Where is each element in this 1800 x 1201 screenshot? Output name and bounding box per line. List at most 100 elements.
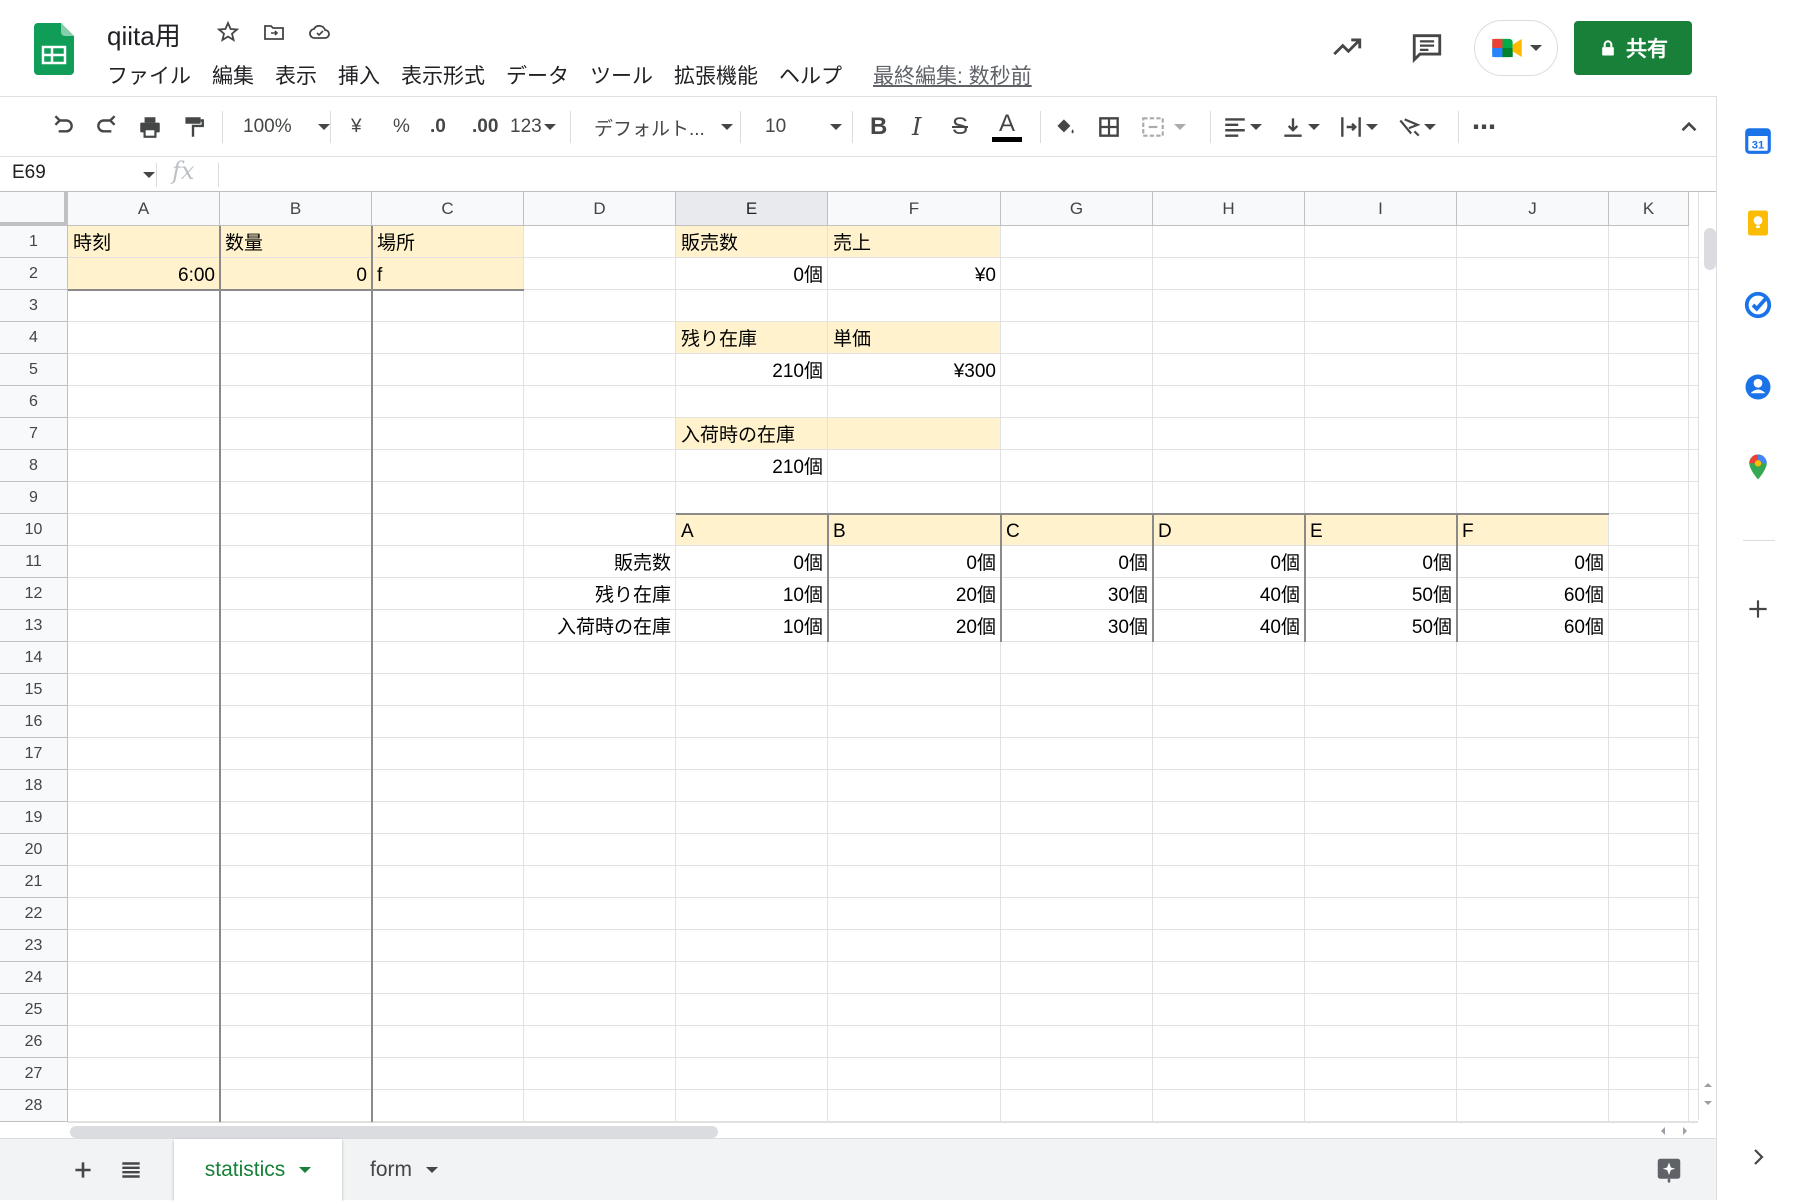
row-header-19[interactable]: 19 <box>0 802 68 834</box>
last-edit-link[interactable]: 最終編集: 数秒前 <box>873 60 1032 90</box>
column-header-j[interactable]: J <box>1457 192 1609 226</box>
chevron-down-icon[interactable] <box>426 1167 438 1173</box>
row-header-27[interactable]: 27 <box>0 1058 68 1090</box>
cell-f13[interactable]: 20個 <box>828 610 1000 641</box>
cell-h11[interactable]: 0個 <box>1153 546 1304 577</box>
paint-format-button[interactable] <box>180 97 206 157</box>
text-rotation-button[interactable] <box>1396 97 1436 157</box>
percent-format-button[interactable]: % <box>393 97 410 157</box>
cell-h10[interactable]: D <box>1153 514 1304 545</box>
cell-g11[interactable]: 0個 <box>1001 546 1152 577</box>
column-header-d[interactable]: D <box>524 192 676 226</box>
cell-a1[interactable]: 時刻 <box>68 226 219 257</box>
cell-h12[interactable]: 40個 <box>1153 578 1304 609</box>
calendar-icon[interactable]: 31 <box>1741 124 1775 158</box>
menu-extensions[interactable]: 拡張機能 <box>674 60 758 90</box>
scroll-down-icon[interactable] <box>1703 1098 1713 1108</box>
cell-f12[interactable]: 20個 <box>828 578 1000 609</box>
fill-color-button[interactable] <box>1052 97 1078 157</box>
all-sheets-icon[interactable] <box>118 1157 144 1183</box>
redo-button[interactable] <box>94 97 120 157</box>
sheet-tab-statistics[interactable]: statistics <box>174 1139 342 1201</box>
sheet-grid[interactable]: A B C D E F G H I J K 1 2 3 4 5 6 7 8 9 10 11 12 13 14 15 16 17 18 19… <box>0 192 1716 1122</box>
cloud-saved-icon[interactable] <box>308 20 332 44</box>
cell-e2[interactable]: 0個 <box>676 258 827 289</box>
cell-d12[interactable]: 残り在庫 <box>524 578 675 609</box>
horizontal-align-button[interactable] <box>1222 97 1262 157</box>
increase-decimal-button[interactable]: .00 <box>472 97 498 157</box>
row-header-12[interactable]: 12 <box>0 578 68 610</box>
vertical-scrollbar[interactable] <box>1698 192 1716 1120</box>
trend-icon[interactable] <box>1330 30 1364 64</box>
borders-button[interactable] <box>1096 97 1122 157</box>
strikethrough-button[interactable]: S <box>952 97 968 157</box>
menu-edit[interactable]: 編集 <box>212 60 254 90</box>
select-all-corner[interactable] <box>0 192 68 226</box>
column-header-f[interactable]: F <box>828 192 1001 226</box>
cell-e7[interactable]: 入荷時の在庫 <box>676 418 827 449</box>
font-size-select[interactable]: 10 <box>765 97 843 157</box>
cell-d11[interactable]: 販売数 <box>524 546 675 577</box>
row-header-3[interactable]: 3 <box>0 290 68 322</box>
cell-f5[interactable]: ¥300 <box>828 354 1000 385</box>
row-header-20[interactable]: 20 <box>0 834 68 866</box>
horizontal-scrollbar[interactable] <box>68 1122 1698 1138</box>
cell-f1[interactable]: 売上 <box>828 226 1000 257</box>
cell-e10[interactable]: A <box>676 514 827 545</box>
cell-e12[interactable]: 10個 <box>676 578 827 609</box>
column-header-k[interactable]: K <box>1609 192 1689 226</box>
row-header-15[interactable]: 15 <box>0 674 68 706</box>
add-sheet-icon[interactable] <box>70 1157 96 1183</box>
cell-c1[interactable]: 場所 <box>372 226 523 257</box>
menu-format[interactable]: 表示形式 <box>401 60 485 90</box>
cell-e5[interactable]: 210個 <box>676 354 827 385</box>
cell-f4[interactable]: 単価 <box>828 322 1000 353</box>
chevron-down-icon[interactable] <box>299 1167 312 1173</box>
cell-g10[interactable]: C <box>1001 514 1152 545</box>
menu-data[interactable]: データ <box>506 60 569 90</box>
row-header-24[interactable]: 24 <box>0 962 68 994</box>
menu-tools[interactable]: ツール <box>590 60 653 90</box>
scroll-left-icon[interactable] <box>1658 1126 1668 1136</box>
cell-f2[interactable]: ¥0 <box>828 258 1000 289</box>
cell-e8[interactable]: 210個 <box>676 450 827 481</box>
explore-icon[interactable] <box>1654 1155 1684 1185</box>
cell-e11[interactable]: 0個 <box>676 546 827 577</box>
cell-e1[interactable]: 販売数 <box>676 226 827 257</box>
row-header-21[interactable]: 21 <box>0 866 68 898</box>
column-header-b[interactable]: B <box>220 192 372 226</box>
column-header-a[interactable]: A <box>68 192 220 226</box>
row-header-26[interactable]: 26 <box>0 1026 68 1058</box>
horizontal-scroll-thumb[interactable] <box>70 1126 718 1138</box>
move-folder-icon[interactable] <box>262 20 286 44</box>
row-header-23[interactable]: 23 <box>0 930 68 962</box>
cell-b2[interactable]: 0 <box>220 258 371 289</box>
column-header-e[interactable]: E <box>676 192 828 226</box>
row-header-8[interactable]: 8 <box>0 450 68 482</box>
vertical-scroll-thumb[interactable] <box>1704 228 1716 270</box>
row-header-6[interactable]: 6 <box>0 386 68 418</box>
sheet-tab-form[interactable]: form <box>344 1139 464 1201</box>
expand-panel-icon[interactable] <box>1741 1140 1775 1174</box>
cell-j11[interactable]: 0個 <box>1457 546 1608 577</box>
cell-i13[interactable]: 50個 <box>1305 610 1456 641</box>
row-header-28[interactable]: 28 <box>0 1090 68 1122</box>
comments-icon[interactable] <box>1410 30 1444 64</box>
zoom-select[interactable]: 100% <box>243 97 330 157</box>
cell-e13[interactable]: 10個 <box>676 610 827 641</box>
menu-insert[interactable]: 挿入 <box>338 60 380 90</box>
cell-f11[interactable]: 0個 <box>828 546 1000 577</box>
row-header-4[interactable]: 4 <box>0 322 68 354</box>
cell-h13[interactable]: 40個 <box>1153 610 1304 641</box>
collapse-toolbar-button[interactable] <box>1676 97 1702 157</box>
print-button[interactable] <box>137 97 163 157</box>
cell-e4[interactable]: 残り在庫 <box>676 322 827 353</box>
chevron-down-icon[interactable] <box>143 172 155 178</box>
column-header-c[interactable]: C <box>372 192 524 226</box>
column-header-g[interactable]: G <box>1001 192 1153 226</box>
cell-b1[interactable]: 数量 <box>220 226 371 257</box>
formula-input[interactable] <box>222 159 1702 189</box>
cell-j12[interactable]: 60個 <box>1457 578 1608 609</box>
more-options-button[interactable]: ⋯ <box>1472 97 1496 157</box>
cell-c2[interactable]: f <box>372 258 523 289</box>
